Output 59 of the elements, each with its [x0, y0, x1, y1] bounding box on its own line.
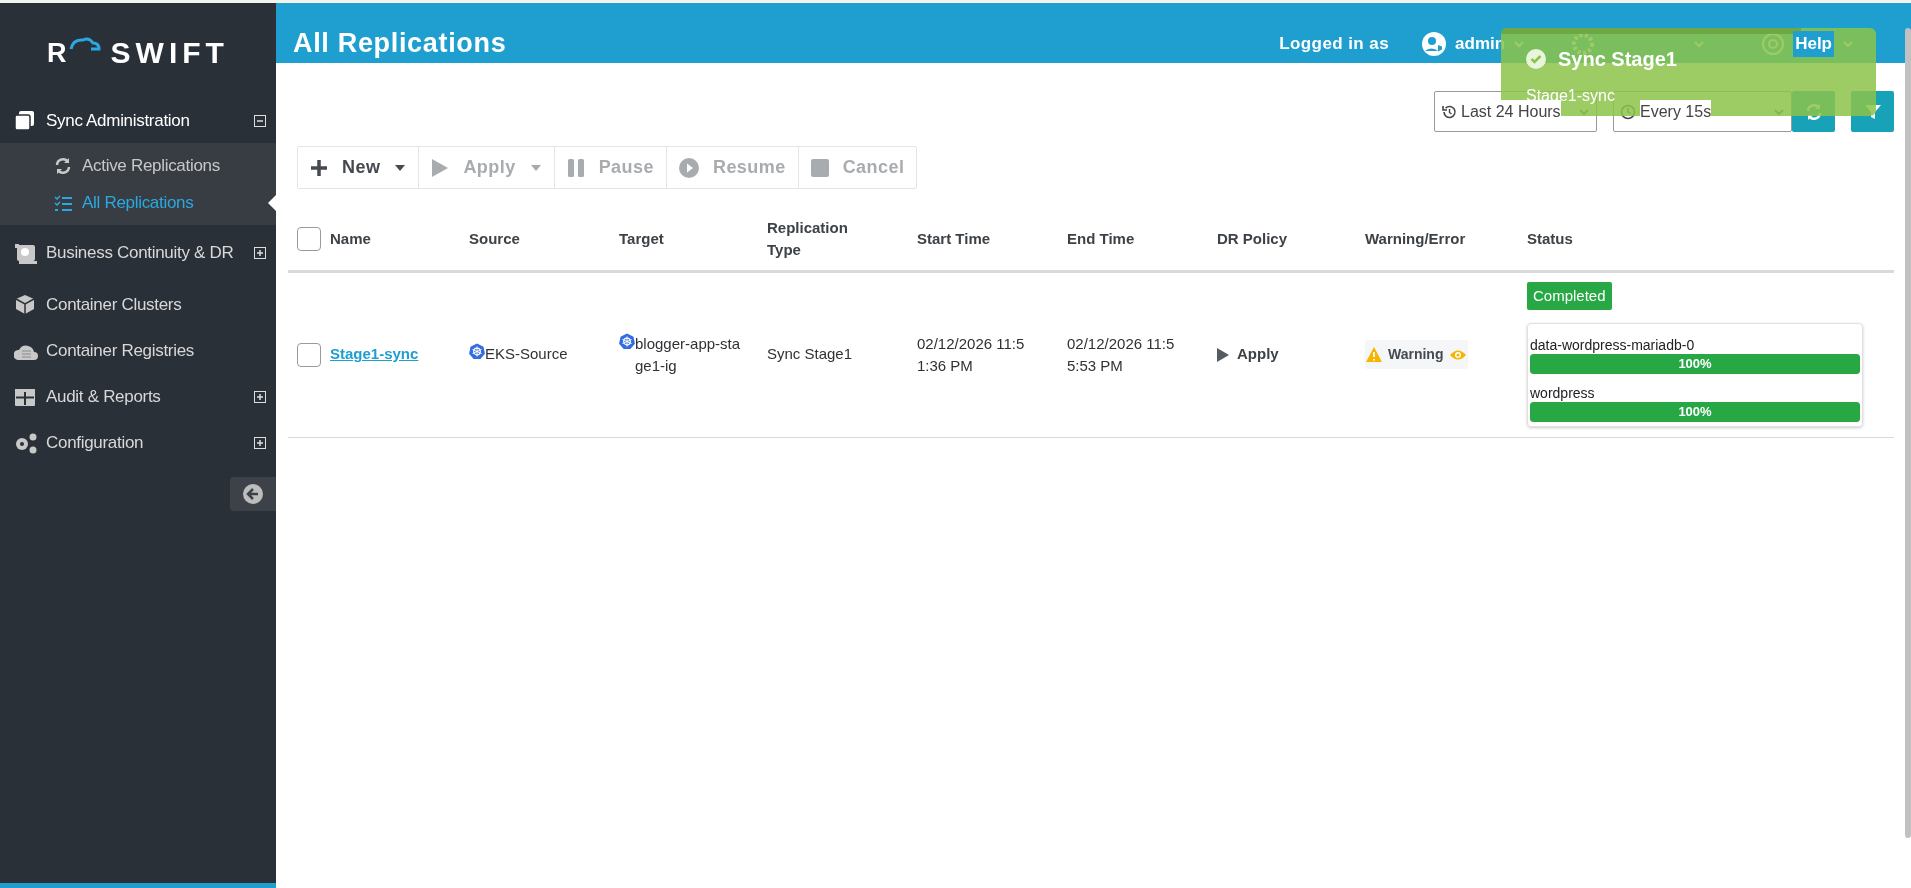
- column-header[interactable]: Target: [619, 228, 664, 251]
- history-icon: [1441, 103, 1457, 120]
- checkbox[interactable]: [297, 227, 321, 252]
- refresh-icon: [54, 156, 72, 175]
- scrollbar[interactable]: [1905, 28, 1911, 838]
- arrow-left-icon: [242, 483, 264, 505]
- sidebar-item[interactable]: Container Registries: [0, 329, 276, 373]
- column-header[interactable]: Start Time: [917, 228, 991, 251]
- warning-badge[interactable]: Warning: [1365, 340, 1469, 369]
- policy-label: Apply: [1217, 343, 1365, 366]
- volume-name: wordpress: [1530, 384, 1596, 402]
- column-header[interactable]: Status: [1527, 228, 1573, 251]
- table-cell: Sync Stage1: [767, 345, 853, 363]
- table-cell-text: 02/12/2026 11:51:36 PM: [917, 333, 1026, 376]
- sidebar-item[interactable]: Sync Administration: [0, 99, 276, 143]
- column-header[interactable]: Name: [330, 228, 371, 251]
- pause-icon: [566, 157, 585, 178]
- column-header[interactable]: Warning/Error: [1365, 228, 1466, 251]
- kubernetes-icon: [619, 332, 635, 349]
- collapse-sidebar-button[interactable]: [230, 477, 276, 511]
- play-icon: [431, 157, 450, 178]
- kubernetes-icon: [469, 343, 485, 360]
- table-cell-text: 02/12/2026 11:55:53 PM: [1067, 333, 1176, 376]
- page-title: All Replications: [293, 30, 507, 60]
- table-cell-text: EKS-Source: [485, 344, 568, 365]
- progress-label: 100%: [1678, 355, 1712, 374]
- column-header[interactable]: Replication Type: [767, 217, 867, 262]
- play-icon: [1217, 347, 1229, 362]
- submenu-item[interactable]: Active Replications: [0, 147, 276, 184]
- submenu-item[interactable]: All Replications: [0, 184, 276, 221]
- toolbar-button[interactable]: New: [298, 147, 419, 188]
- play-circle-icon: [678, 157, 699, 178]
- toast-title: Sync Stage1: [1558, 47, 1677, 72]
- checkbox[interactable]: [297, 342, 321, 367]
- sidebar-item[interactable]: Configuration: [0, 421, 276, 465]
- stop-icon: [810, 158, 829, 177]
- progress-label: 100%: [1678, 403, 1712, 422]
- checklist-icon: [54, 193, 72, 212]
- logo-mark: R: [47, 39, 67, 67]
- sidebar-item[interactable]: Container Clusters: [0, 281, 276, 329]
- active-pointer-icon: [268, 194, 276, 211]
- sidebar-item[interactable]: Business Continuity & DR: [0, 225, 276, 281]
- plus-icon: [310, 158, 328, 177]
- gears-icon: [14, 432, 38, 454]
- user-icon: [1421, 31, 1448, 57]
- column-header[interactable]: DR Policy: [1217, 228, 1288, 251]
- grid-icon: [14, 386, 38, 408]
- column-header[interactable]: Source: [469, 228, 520, 251]
- warning-icon: [1366, 347, 1382, 362]
- scroll-gear-icon: [14, 242, 38, 264]
- table-cell-text: blogger-app-stage1-ig: [635, 333, 742, 376]
- logged-in-label: Logged in as: [1279, 33, 1390, 56]
- check-circle-icon: [1526, 49, 1546, 69]
- eye-icon: [1449, 348, 1468, 361]
- status-badge: Completed: [1527, 281, 1612, 310]
- volume-name: data-wordpress-mariadb-0: [1530, 336, 1696, 354]
- sidebar-item[interactable]: Audit & Reports: [0, 373, 276, 421]
- logo-text: SWIFT: [110, 38, 229, 68]
- column-header[interactable]: End Time: [1067, 228, 1135, 251]
